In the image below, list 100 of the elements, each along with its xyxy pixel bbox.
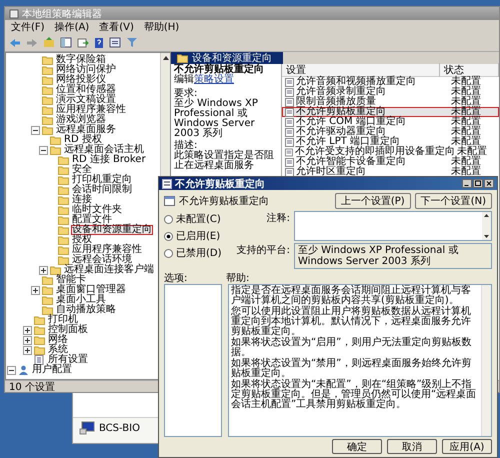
close-icon[interactable] — [484, 179, 494, 188]
folder-icon — [58, 206, 69, 214]
settings-list-icon — [34, 355, 45, 365]
folder-icon — [58, 166, 69, 174]
tree-item[interactable]: 位置和传感器 — [55, 85, 117, 95]
user-icon — [18, 365, 29, 375]
expander-icon[interactable] — [31, 126, 40, 134]
tree-item[interactable]: 连接 — [71, 195, 93, 205]
policy-state: 未配置 — [451, 77, 482, 87]
policy-row[interactable]: 不允许剪贴板重定向 未配置 — [282, 107, 499, 117]
policy-row[interactable]: 限制音频播放质量 未配置 — [282, 97, 499, 107]
expander-icon[interactable] — [23, 346, 32, 354]
nav-button[interactable]: 下一个设置(N) — [414, 192, 492, 208]
tree-item[interactable]: 配置文件 — [71, 215, 113, 225]
nav-button[interactable]: 上一个设置(P) — [334, 192, 411, 208]
policy-name: 允许时区重定向 — [296, 167, 367, 177]
radio-icon[interactable] — [164, 214, 173, 224]
tree-item[interactable]: 自动播放策略 — [55, 305, 117, 315]
column-header[interactable]: 设置 — [282, 63, 440, 77]
properties-icon[interactable] — [109, 37, 121, 48]
scroll-up-icon[interactable] — [483, 212, 490, 219]
folder-icon — [42, 296, 53, 304]
folder-icon — [42, 116, 53, 124]
help-icon[interactable] — [94, 36, 104, 48]
dialog-button[interactable]: 应用(A) — [442, 439, 492, 454]
policy-state: 未配置 — [451, 87, 482, 97]
policy-settings-link[interactable]: 策略设置 — [194, 74, 234, 85]
tree-item[interactable]: 应用程序兼容性 — [71, 245, 143, 255]
expander-icon[interactable] — [23, 336, 32, 344]
tree-item[interactable]: 游戏浏览器 — [55, 115, 107, 125]
tree-item[interactable]: RD 授权 — [63, 135, 103, 145]
tree-item[interactable]: 网络访问保护 — [55, 65, 117, 75]
tree-item[interactable]: 应用程序兼容性 — [55, 105, 127, 115]
tree-item[interactable]: 远程桌面连接客户端 — [63, 265, 155, 275]
tree-item[interactable]: 系统 — [47, 345, 69, 355]
scroll-down-icon[interactable] — [483, 233, 490, 240]
minimize-icon[interactable] — [462, 179, 472, 188]
policy-row[interactable]: 允许音频录制重定向 未配置 — [282, 87, 499, 97]
folder-icon — [42, 306, 53, 314]
tree-item[interactable]: 远程桌面服务 — [55, 125, 117, 135]
export-icon[interactable] — [77, 37, 89, 48]
tree-pane-icon[interactable] — [60, 37, 72, 48]
tree-item[interactable]: 所有设置 — [47, 355, 89, 365]
dialog-button[interactable]: 确定 — [332, 439, 382, 454]
tree-item[interactable]: 设备和资源重定向 — [71, 225, 153, 235]
expander-icon[interactable] — [23, 326, 32, 334]
tree-item[interactable]: 授权 — [71, 235, 93, 245]
tree-item[interactable]: 用户配置 — [31, 365, 73, 375]
radio-icon[interactable] — [164, 248, 173, 258]
folder-icon — [58, 176, 69, 184]
scroll-up-icon[interactable] — [162, 54, 170, 62]
tree-item[interactable]: 演示文稿设置 — [55, 95, 117, 105]
tree-item[interactable]: 会话时间限制 — [71, 185, 133, 195]
policy-row[interactable]: 不允许驱动器重定向 未配置 — [282, 127, 499, 137]
tree-item[interactable]: RD 连接 Broker — [71, 155, 147, 165]
policy-row[interactable]: 不允许受支持的即插即用设备重定向 未配置 — [282, 147, 499, 157]
tree-item[interactable]: 安全 — [71, 165, 93, 175]
tree-item[interactable]: 桌面窗口管理器 — [55, 285, 127, 295]
tree-item[interactable]: 临时文件夹 — [71, 205, 123, 215]
tree-item[interactable]: 远程会话环境 — [71, 255, 133, 265]
policy-state: 未配置 — [451, 117, 482, 127]
expander-icon[interactable] — [39, 266, 48, 274]
tree-item[interactable]: 桌面小工具 — [55, 295, 107, 305]
folder-icon — [34, 316, 45, 324]
tree-item[interactable]: 数字保险箱 — [55, 55, 107, 65]
folder-icon — [42, 56, 53, 64]
window-title: 本地组策略编辑器 — [22, 8, 102, 20]
tree-item[interactable]: 网络投影仪 — [55, 75, 107, 85]
tree-item[interactable]: 网络 — [47, 335, 69, 345]
menu-item[interactable]: 操作(A) — [54, 20, 90, 34]
menu-item[interactable]: 文件(F) — [11, 20, 45, 34]
tree-item[interactable]: 控制面板 — [47, 325, 89, 335]
menu-item[interactable]: 帮助(H) — [144, 20, 180, 34]
tree-item[interactable]: 打印机 — [47, 315, 79, 325]
menu-item[interactable]: 查看(V) — [99, 20, 134, 34]
expander-icon[interactable] — [7, 366, 16, 374]
expander-icon[interactable] — [39, 146, 48, 154]
tree-item[interactable]: 智能卡 — [55, 275, 87, 285]
dialog-button[interactable]: 取消 — [387, 439, 437, 454]
radio-option[interactable]: 已启用(E) — [164, 229, 226, 243]
folder-icon — [42, 286, 53, 294]
radio-icon[interactable] — [164, 232, 173, 240]
folder-icon — [42, 96, 53, 104]
radio-option[interactable]: 未配置(C) — [164, 212, 226, 226]
policy-row[interactable]: 不允许 LPT 端口重定向 未配置 — [282, 137, 499, 147]
policy-row[interactable]: 不允许智能卡设备重定向 未配置 — [282, 157, 499, 167]
description-text: 此策略设置指定是否阻止在远程桌面服务 — [174, 151, 275, 171]
scrollbar[interactable] — [481, 285, 491, 436]
policy-row[interactable]: 允许音频和视频播放重定向 未配置 — [282, 77, 499, 87]
column-header[interactable]: 状态 — [440, 63, 499, 77]
help-paragraph: 您可以使用此设置阻止用户将剪贴板数据从远程计算机重定向到本地计算机。默认情况下，远程桌面服务允许剪贴板重定向。 — [231, 307, 472, 337]
expander-icon[interactable] — [31, 286, 40, 294]
tree-item[interactable]: 远程桌面会话主机 — [63, 145, 145, 155]
folder-icon — [50, 146, 61, 154]
policy-row[interactable]: 不允许 COM 端口重定向 未配置 — [282, 117, 499, 127]
tree-item[interactable]: 打印机重定向 — [71, 175, 133, 185]
maximize-icon[interactable] — [473, 179, 483, 188]
policy-name: 不允许剪贴板重定向 — [296, 107, 386, 117]
radio-option[interactable]: 已禁用(D) — [164, 246, 226, 260]
comment-field[interactable] — [294, 211, 492, 241]
